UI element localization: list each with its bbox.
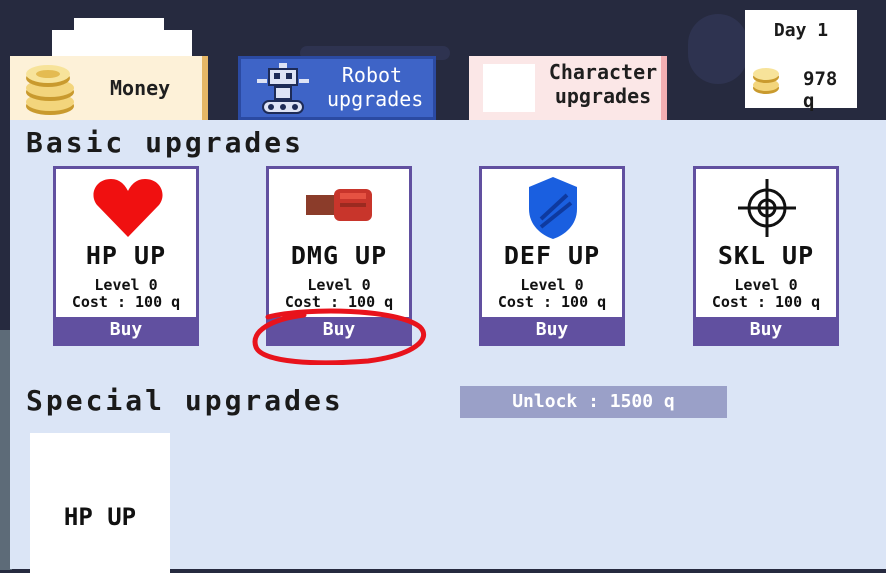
upgrade-card-skl: SKL UP Level 0 Cost : 100 q Buy <box>693 166 839 346</box>
day-counter: Day 1 <box>773 20 829 41</box>
card-name: DMG UP <box>290 241 388 270</box>
card-level-cost: Level 0 Cost : 100 q <box>56 277 196 311</box>
card-cost: Cost : 100 q <box>497 293 607 311</box>
card-level: Level 0 <box>307 276 371 294</box>
special-card-name: HP UP <box>63 503 137 531</box>
card-level-cost: Level 0 Cost : 100 q <box>482 277 622 311</box>
buy-button-skl[interactable]: Buy <box>696 317 836 343</box>
buy-button-hp[interactable]: Buy <box>56 317 196 343</box>
card-level-cost: Level 0 Cost : 100 q <box>269 277 409 311</box>
card-level: Level 0 <box>94 276 158 294</box>
upgrade-card-def: DEF UP Level 0 Cost : 100 q Buy <box>479 166 625 346</box>
card-level-cost: Level 0 Cost : 100 q <box>696 277 836 311</box>
card-name: SKL UP <box>717 241 815 270</box>
unlock-button[interactable]: Unlock : 1500 q <box>460 386 727 418</box>
card-cost: Cost : 100 q <box>711 293 821 311</box>
background-shape <box>688 14 748 84</box>
money-amount: 978 q <box>803 68 838 112</box>
fist-icon <box>306 189 372 221</box>
tab-robot-upgrades[interactable]: Robot upgrades <box>238 56 436 120</box>
special-upgrades-title: Special upgrades <box>26 384 344 417</box>
coin-icon <box>753 68 779 94</box>
heart-icon <box>93 179 163 237</box>
card-name: HP UP <box>85 241 167 270</box>
buy-button-def[interactable]: Buy <box>482 317 622 343</box>
upgrade-card-hp: HP UP Level 0 Cost : 100 q Buy <box>53 166 199 346</box>
card-cost: Cost : 100 q <box>284 293 394 311</box>
card-level: Level 0 <box>520 276 584 294</box>
tab-character-upgrades[interactable]: Character upgrades <box>469 56 667 120</box>
tab-character-label: Character upgrades <box>548 60 658 108</box>
tab-money-label: Money <box>110 76 171 100</box>
card-name: DEF UP <box>503 241 601 270</box>
card-level: Level 0 <box>734 276 798 294</box>
coin-stack-icon <box>26 65 74 115</box>
special-upgrade-card[interactable]: HP UP <box>30 433 170 573</box>
shield-icon <box>529 177 577 239</box>
character-avatar <box>483 64 535 112</box>
card-cost: Cost : 100 q <box>71 293 181 311</box>
background-cloud <box>74 18 164 38</box>
tab-robot-label: Robot upgrades <box>327 63 424 111</box>
status-panel: Day 1 978 q <box>745 10 857 112</box>
robot-icon <box>257 63 309 114</box>
tab-money[interactable]: Money <box>10 56 208 120</box>
upgrade-card-dmg: DMG UP Level 0 Cost : 100 q Buy <box>266 166 412 346</box>
buy-button-dmg[interactable]: Buy <box>269 317 409 343</box>
crosshair-icon <box>738 179 796 237</box>
upgrade-panel: Basic upgrades HP UP Level 0 Cost : 100 … <box>10 120 886 573</box>
basic-upgrades-title: Basic upgrades <box>26 126 305 159</box>
